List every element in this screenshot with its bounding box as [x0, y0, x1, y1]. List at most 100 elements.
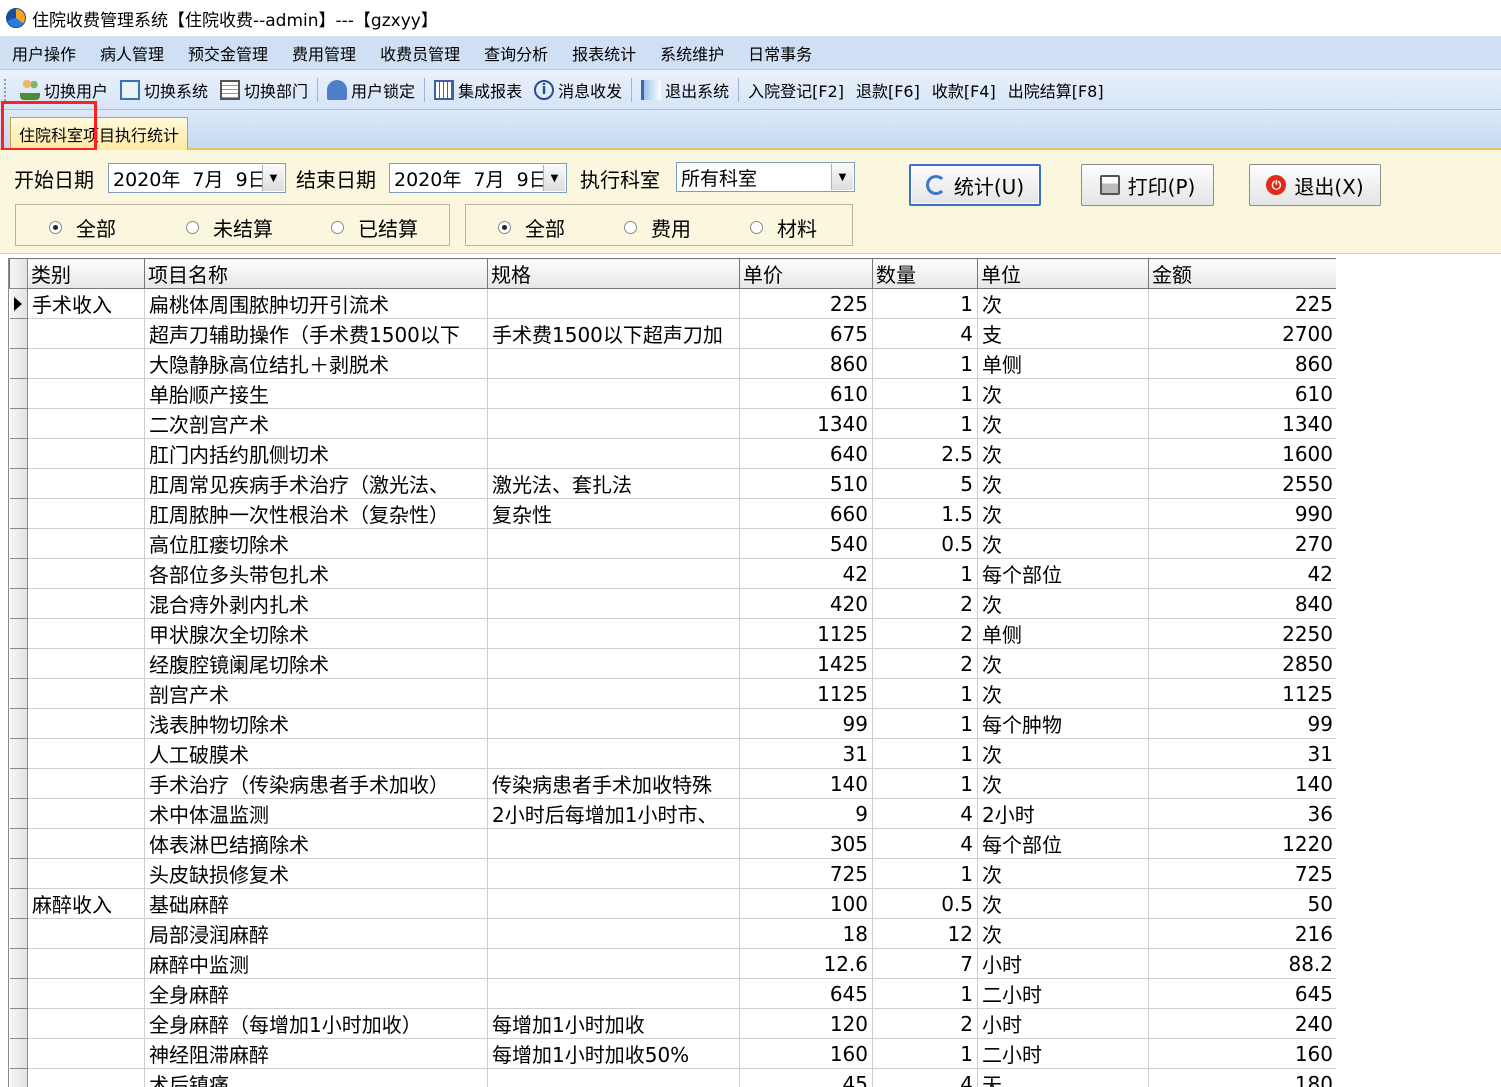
cell-category[interactable] [27, 918, 145, 949]
cell-spec[interactable] [487, 288, 740, 319]
cell-quantity[interactable]: 1 [872, 678, 978, 709]
cell-category[interactable] [27, 588, 145, 619]
cell-unit[interactable]: 二小时 [977, 978, 1149, 1009]
cell-category[interactable] [27, 468, 145, 499]
cell-amount[interactable]: 1600 [1148, 438, 1336, 469]
row-selector[interactable] [9, 498, 28, 529]
cell-unit-price[interactable]: 9 [739, 798, 873, 829]
cell-unit[interactable]: 次 [977, 498, 1149, 529]
cell-quantity[interactable]: 1 [872, 978, 978, 1009]
cell-category[interactable] [27, 828, 145, 859]
cell-unit-price[interactable]: 1125 [739, 618, 873, 649]
table-row[interactable]: 混合痔外剥内扎术 420 2 次 840 [9, 588, 1336, 619]
col-header-item-name[interactable]: 项目名称 [144, 258, 488, 289]
col-header-unit[interactable]: 单位 [977, 258, 1149, 289]
cell-quantity[interactable]: 4 [872, 318, 978, 349]
row-selector[interactable] [9, 618, 28, 649]
cell-item-name[interactable]: 麻醉中监测 [144, 948, 488, 979]
cell-item-name[interactable]: 头皮缺损修复术 [144, 858, 488, 889]
menu-fee-mgmt[interactable]: 费用管理 [280, 36, 368, 69]
cell-unit-price[interactable]: 645 [739, 978, 873, 1009]
cell-item-name[interactable]: 经腹腔镜阑尾切除术 [144, 648, 488, 679]
row-selector[interactable] [9, 828, 28, 859]
cell-unit[interactable]: 次 [977, 648, 1149, 679]
table-row[interactable]: 经腹腔镜阑尾切除术 1425 2 次 2850 [9, 648, 1336, 679]
cell-unit-price[interactable]: 140 [739, 768, 873, 799]
cell-quantity[interactable]: 1 [872, 768, 978, 799]
col-header-spec[interactable]: 规格 [487, 258, 740, 289]
end-date-picker[interactable]: 2020年 7月 9日 ▼ [389, 163, 567, 193]
menu-patient-mgmt[interactable]: 病人管理 [88, 36, 176, 69]
row-selector[interactable] [9, 678, 28, 709]
cell-amount[interactable]: 225 [1148, 288, 1336, 319]
cell-spec[interactable]: 复杂性 [487, 498, 740, 529]
cell-quantity[interactable]: 4 [872, 798, 978, 829]
table-row[interactable]: 浅表肿物切除术 99 1 每个肿物 99 [9, 708, 1336, 739]
table-row[interactable]: 二次剖宫产术 1340 1 次 1340 [9, 408, 1336, 439]
cell-item-name[interactable]: 全身麻醉 [144, 978, 488, 1009]
col-header-quantity[interactable]: 数量 [872, 258, 978, 289]
cell-quantity[interactable]: 1 [872, 288, 978, 319]
cell-amount[interactable]: 1340 [1148, 408, 1336, 439]
cell-unit[interactable]: 次 [977, 918, 1149, 949]
cell-spec[interactable]: 2小时后每增加1小时市、 [487, 798, 740, 829]
chevron-down-icon[interactable]: ▼ [831, 164, 853, 190]
row-selector[interactable] [9, 558, 28, 589]
integrated-report-button[interactable]: 集成报表 [428, 75, 528, 105]
cell-unit[interactable]: 2小时 [977, 798, 1149, 829]
table-row[interactable]: 麻醉中监测 12.6 7 小时 88.2 [9, 948, 1336, 979]
cell-item-name[interactable]: 全身麻醉（每增加1小时加收） [144, 1008, 488, 1039]
cell-item-name[interactable]: 甲状腺次全切除术 [144, 618, 488, 649]
cell-quantity[interactable]: 2 [872, 1008, 978, 1039]
cell-amount[interactable]: 216 [1148, 918, 1336, 949]
cell-item-name[interactable]: 二次剖宫产术 [144, 408, 488, 439]
start-date-picker[interactable]: 2020年 7月 9日 ▼ [108, 163, 286, 193]
cell-unit[interactable]: 天 [977, 1068, 1149, 1087]
cell-unit-price[interactable]: 100 [739, 888, 873, 919]
cell-spec[interactable] [487, 678, 740, 709]
table-row[interactable]: 体表淋巴结摘除术 305 4 每个部位 1220 [9, 828, 1336, 859]
cell-spec[interactable] [487, 978, 740, 1009]
row-selector[interactable] [9, 468, 28, 499]
cell-unit[interactable]: 每个部位 [977, 558, 1149, 589]
cell-item-name[interactable]: 各部位多头带包扎术 [144, 558, 488, 589]
table-row[interactable]: 剖宫产术 1125 1 次 1125 [9, 678, 1336, 709]
cell-quantity[interactable]: 1 [872, 408, 978, 439]
cell-unit[interactable]: 二小时 [977, 1038, 1149, 1069]
user-lock-button[interactable]: 用户锁定 [321, 75, 421, 105]
cell-quantity[interactable]: 7 [872, 948, 978, 979]
cell-amount[interactable]: 2550 [1148, 468, 1336, 499]
row-selector[interactable] [9, 1068, 28, 1087]
cell-amount[interactable]: 725 [1148, 858, 1336, 889]
cell-category[interactable] [27, 528, 145, 559]
cell-category[interactable] [27, 858, 145, 889]
table-row[interactable]: 麻醉收入 基础麻醉 100 0.5 次 50 [9, 888, 1336, 919]
chevron-down-icon[interactable]: ▼ [543, 165, 565, 191]
cell-spec[interactable] [487, 378, 740, 409]
table-row[interactable]: 术中体温监测 2小时后每增加1小时市、 9 4 2小时 36 [9, 798, 1336, 829]
cell-amount[interactable]: 180 [1148, 1068, 1336, 1087]
cell-quantity[interactable]: 1 [872, 558, 978, 589]
menu-user-ops[interactable]: 用户操作 [0, 36, 88, 69]
cell-spec[interactable] [487, 858, 740, 889]
stat-button[interactable]: 统计(U) [909, 164, 1041, 206]
cell-category[interactable] [27, 948, 145, 979]
table-row[interactable]: 高位肛瘘切除术 540 0.5 次 270 [9, 528, 1336, 559]
row-selector[interactable] [9, 588, 28, 619]
cell-amount[interactable]: 860 [1148, 348, 1336, 379]
cell-unit[interactable]: 次 [977, 768, 1149, 799]
cell-unit[interactable]: 小时 [977, 1008, 1149, 1039]
cell-spec[interactable] [487, 1068, 740, 1087]
radio-settle-all[interactable]: 全部 [49, 213, 116, 242]
cell-category[interactable] [27, 408, 145, 439]
cell-category[interactable] [27, 618, 145, 649]
table-row[interactable]: 肛门内括约肌侧切术 640 2.5 次 1600 [9, 438, 1336, 469]
cell-item-name[interactable]: 超声刀辅助操作（手术费1500以下 [144, 318, 488, 349]
cell-item-name[interactable]: 肛周常见疾病手术治疗（激光法、 [144, 468, 488, 499]
cell-item-name[interactable]: 人工破膜术 [144, 738, 488, 769]
switch-dept-button[interactable]: 切换部门 [214, 75, 314, 105]
menu-query-analysis[interactable]: 查询分析 [472, 36, 560, 69]
cell-spec[interactable] [487, 918, 740, 949]
row-selector[interactable] [9, 1038, 28, 1069]
table-row[interactable]: 各部位多头带包扎术 42 1 每个部位 42 [9, 558, 1336, 589]
